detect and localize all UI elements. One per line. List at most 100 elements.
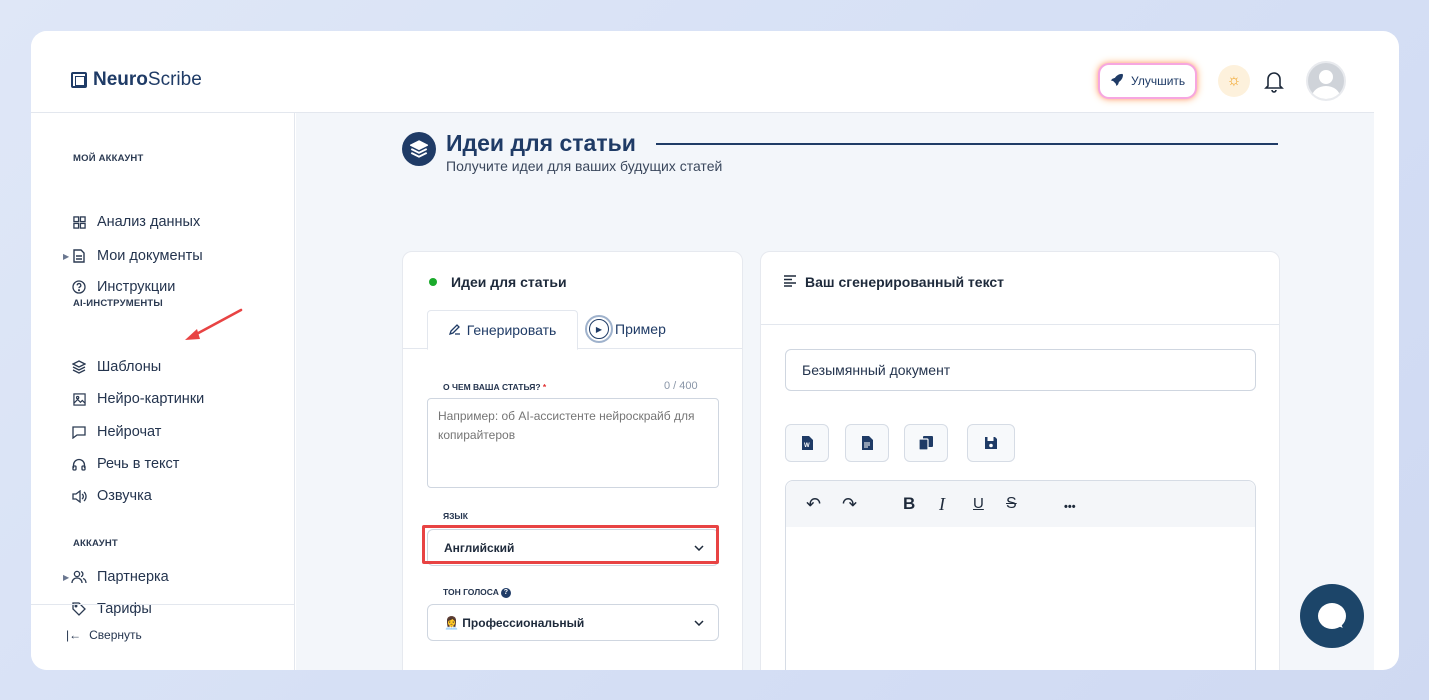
form-card-title: Идеи для статьи <box>451 274 567 290</box>
rocket-icon <box>1110 73 1123 89</box>
sidebar-item-instructions[interactable]: Инструкции <box>71 276 175 298</box>
status-dot-icon <box>429 278 437 286</box>
sidebar-item-partners[interactable]: ▶ Партнерка <box>63 566 169 588</box>
underline-button[interactable]: U <box>973 494 984 514</box>
required-mark: * <box>542 382 547 392</box>
align-left-icon <box>783 274 797 290</box>
topic-textarea[interactable] <box>427 398 719 488</box>
speaker-icon <box>71 488 87 504</box>
sidebar-item-label: Партнерка <box>97 569 169 585</box>
tab-generate[interactable]: Генерировать <box>427 310 578 350</box>
output-card: Ваш сгенерированный текст Безымянный док… <box>760 251 1280 670</box>
topic-char-counter: 0 / 400 <box>664 380 698 392</box>
sidebar-item-templates[interactable]: Шаблоны <box>71 356 161 378</box>
tone-label: ТОН ГОЛОСА? <box>443 587 511 598</box>
brand-logo[interactable]: NeuroScribe <box>71 69 202 91</box>
sidebar-item-label: Речь в текст <box>97 456 180 472</box>
export-text-button[interactable] <box>845 424 889 462</box>
sidebar-item-speech-to-text[interactable]: Речь в текст <box>71 453 179 475</box>
page-title: Идеи для статьи <box>446 130 636 156</box>
topic-label: О ЧЕМ ВАША СТАТЬЯ? * <box>443 382 546 392</box>
grid-icon <box>71 214 87 230</box>
document-name-input[interactable]: Безымянный документ <box>785 349 1256 391</box>
sidebar: МОЙ АККАУНТ Анализ данных ▶ Мои документ… <box>31 113 295 670</box>
export-word-button[interactable]: W <box>785 424 829 462</box>
more-options-icon[interactable]: ••• <box>1064 497 1076 517</box>
language-label: ЯЗЫК <box>443 511 468 521</box>
output-card-title: Ваш сгенерированный текст <box>805 274 1005 290</box>
generator-form-card: Идеи для статьи Генерировать ▶ Пример О … <box>402 251 743 670</box>
question-icon[interactable]: ? <box>500 587 511 598</box>
upgrade-label: Улучшить <box>1131 74 1186 88</box>
logo-icon <box>71 72 87 88</box>
strikethrough-button[interactable]: S <box>1006 494 1017 514</box>
italic-button[interactable]: I <box>939 494 945 514</box>
notifications-button[interactable] <box>1263 69 1285 93</box>
expand-caret-icon: ▶ <box>63 251 70 261</box>
image-icon <box>71 391 87 407</box>
chat-icon <box>71 424 87 440</box>
svg-text:W: W <box>804 443 810 449</box>
tone-label-text: ТОН ГОЛОСА <box>443 587 499 597</box>
section-account: АККАУНТ <box>73 538 118 549</box>
sidebar-item-data-analysis[interactable]: Анализ данных <box>71 211 200 233</box>
pencil-icon <box>448 322 461 338</box>
play-icon: ▶ <box>585 315 613 343</box>
collapse-label: Свернуть <box>89 628 142 642</box>
copy-icon <box>918 436 933 450</box>
section-ai-tools: AI-ИНСТРУМЕНТЫ <box>73 298 163 309</box>
theme-toggle[interactable]: ☼ <box>1218 65 1250 97</box>
sidebar-item-neuro-images[interactable]: Нейро-картинки <box>71 388 204 410</box>
form-tabs: Генерировать ▶ Пример <box>403 309 742 350</box>
annotation-arrow-icon <box>185 308 243 340</box>
text-editor[interactable]: ↶ ↷ B I U S ••• <box>785 480 1256 670</box>
help-circle-icon <box>71 279 87 295</box>
users-icon <box>71 569 87 585</box>
document-icon <box>71 248 87 264</box>
redo-icon[interactable]: ↷ <box>842 494 857 514</box>
upgrade-button[interactable]: Улучшить <box>1100 65 1196 97</box>
sidebar-item-voiceover[interactable]: Озвучка <box>71 485 152 507</box>
sidebar-item-label: Мои документы <box>97 248 203 264</box>
undo-icon[interactable]: ↶ <box>806 494 821 514</box>
tab-example[interactable]: ▶ Пример <box>585 313 666 345</box>
document-name-value: Безымянный документ <box>802 362 951 378</box>
language-value: Английский <box>444 540 515 555</box>
expand-caret-icon: ▶ <box>63 572 70 582</box>
word-file-icon: W <box>802 436 813 450</box>
sidebar-item-label: Анализ данных <box>97 214 201 230</box>
editor-toolbar: ↶ ↷ B I U S ••• <box>786 481 1255 527</box>
bold-button[interactable]: B <box>903 494 915 514</box>
form-card-header: Идеи для статьи <box>429 274 567 290</box>
page-layers-icon <box>402 132 436 166</box>
copy-button[interactable] <box>904 424 948 462</box>
chevron-down-icon <box>694 617 704 629</box>
tab-generate-label: Генерировать <box>466 322 557 338</box>
topic-label-text: О ЧЕМ ВАША СТАТЬЯ? <box>443 382 541 392</box>
bell-icon <box>1264 72 1284 93</box>
output-card-header: Ваш сгенерированный текст <box>783 274 1004 290</box>
save-button[interactable] <box>967 424 1015 462</box>
sidebar-item-label: Нейро-картинки <box>97 391 205 407</box>
language-select[interactable]: Английский <box>427 529 719 566</box>
text-file-icon <box>862 436 873 450</box>
tone-select[interactable]: 👩‍💼 Профессиональный <box>427 604 719 641</box>
tone-value: Профессиональный <box>462 615 585 630</box>
section-my-account: МОЙ АККАУНТ <box>73 153 144 164</box>
layers-icon <box>71 359 87 375</box>
collapse-arrow-icon: |← <box>66 628 82 642</box>
sidebar-item-my-documents[interactable]: ▶ Мои документы <box>63 245 203 267</box>
chat-support-button[interactable] <box>1300 584 1364 648</box>
person-icon: 👩‍💼 <box>444 615 459 630</box>
avatar[interactable] <box>1306 61 1346 101</box>
app-window: NeuroScribe Улучшить ☼ МОЙ АККАУНТ Анали… <box>31 31 1399 670</box>
collapse-sidebar: |← Свернуть <box>31 604 295 670</box>
brand-name: NeuroScribe <box>93 69 202 91</box>
sidebar-item-label: Шаблоны <box>97 359 162 375</box>
collapse-button[interactable]: |← Свернуть <box>66 628 142 642</box>
sidebar-item-neurochat[interactable]: Нейрочат <box>71 421 161 443</box>
sidebar-item-label: Озвучка <box>97 488 152 504</box>
headphones-icon <box>71 456 87 472</box>
brand-name-bold: Neuro <box>93 69 148 90</box>
save-icon <box>985 437 997 449</box>
